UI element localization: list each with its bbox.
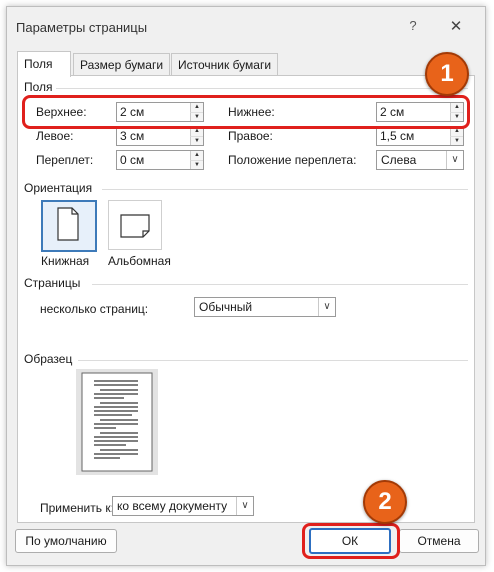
page-setup-dialog: Параметры страницы ? ✕ Поля Размер бумаг… xyxy=(6,6,486,566)
tab-panel: Поля Верхнее: 2 см ▲ ▼ Нижнее: 2 см ▲ ▼ … xyxy=(17,75,475,523)
tab-margins[interactable]: Поля xyxy=(17,51,71,77)
multiple-pages-value: Обычный xyxy=(199,300,253,314)
gutter-position-label: Положение переплета: xyxy=(228,153,357,167)
landscape-option[interactable] xyxy=(108,200,162,250)
gutter-label: Переплет: xyxy=(36,153,94,167)
gutter-position-select[interactable]: Слева ∨ xyxy=(376,150,464,170)
margins-group-title: Поля xyxy=(24,80,53,94)
dialog-title: Параметры страницы xyxy=(16,20,148,35)
multiple-pages-select[interactable]: Обычный ∨ xyxy=(194,297,336,317)
cancel-button[interactable]: Отмена xyxy=(399,529,479,553)
step-badge-2: 2 xyxy=(363,480,407,524)
left-margin-value: 3 см xyxy=(120,129,145,143)
help-button[interactable]: ? xyxy=(405,18,421,34)
portrait-option[interactable] xyxy=(41,200,97,252)
divider xyxy=(56,88,468,89)
tab-paper-source[interactable]: Источник бумаги xyxy=(171,53,279,76)
right-margin-label: Правое: xyxy=(228,129,273,143)
spin-down-icon[interactable]: ▼ xyxy=(190,160,203,169)
apply-to-label: Применить к: xyxy=(40,501,114,515)
portrait-page-icon xyxy=(57,207,79,241)
page-preview-icon xyxy=(81,372,153,472)
set-as-default-button[interactable]: По умолчанию xyxy=(15,529,117,553)
divider xyxy=(92,284,468,285)
right-margin-spinner[interactable]: 1,5 см ▲ ▼ xyxy=(376,126,464,146)
gutter-spinner[interactable]: 0 см ▲ ▼ xyxy=(116,150,204,170)
apply-to-value: ко всему документу xyxy=(117,499,228,513)
orientation-group-title: Ориентация xyxy=(24,181,93,195)
gutter-value: 0 см xyxy=(120,153,145,167)
apply-to-select[interactable]: ко всему документу ∨ xyxy=(112,496,254,516)
landscape-page-icon xyxy=(120,214,150,238)
preview-group-title: Образец xyxy=(24,352,73,366)
landscape-label[interactable]: Альбомная xyxy=(108,254,171,268)
portrait-label[interactable]: Книжная xyxy=(41,254,89,268)
multiple-pages-label: несколько страниц: xyxy=(40,302,149,316)
highlight-ok-button xyxy=(302,523,400,559)
pages-group-title: Страницы xyxy=(24,276,81,290)
right-margin-value: 1,5 см xyxy=(380,129,415,143)
divider xyxy=(78,360,468,361)
left-margin-spinner[interactable]: 3 см ▲ ▼ xyxy=(116,126,204,146)
chevron-down-icon[interactable]: ∨ xyxy=(318,298,335,316)
title-bar: Параметры страницы ? ✕ xyxy=(7,7,485,47)
spin-down-icon[interactable]: ▼ xyxy=(190,136,203,145)
chevron-down-icon[interactable]: ∨ xyxy=(236,497,253,515)
divider xyxy=(102,189,468,190)
left-margin-label: Левое: xyxy=(36,129,74,143)
chevron-down-icon[interactable]: ∨ xyxy=(446,151,463,169)
tab-paper-size[interactable]: Размер бумаги xyxy=(73,53,171,76)
gutter-position-value: Слева xyxy=(381,153,417,167)
step-badge-1: 1 xyxy=(425,52,469,96)
close-button[interactable]: ✕ xyxy=(447,17,465,35)
preview-area xyxy=(76,369,158,475)
highlight-top-bottom-margins xyxy=(22,95,470,129)
spin-up-icon[interactable]: ▲ xyxy=(190,151,203,160)
spin-down-icon[interactable]: ▼ xyxy=(450,136,463,145)
